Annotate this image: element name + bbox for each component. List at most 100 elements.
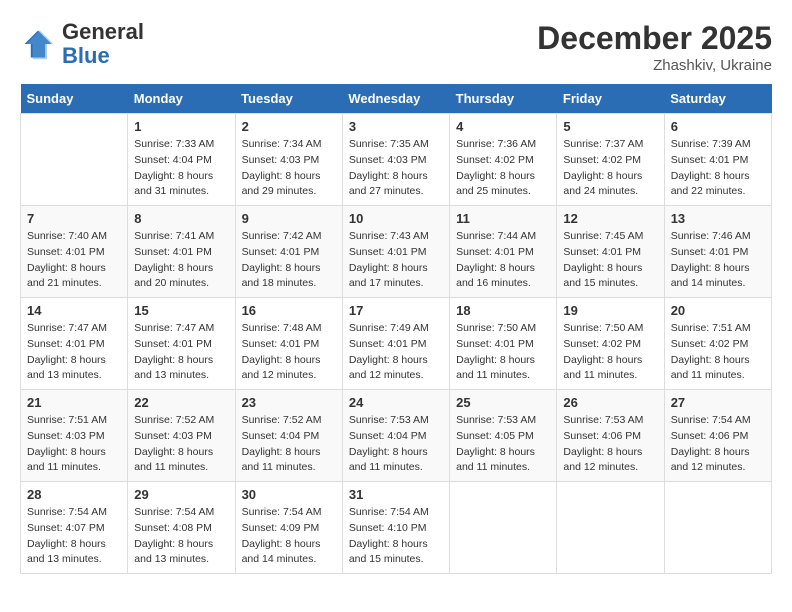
day-info: Sunrise: 7:37 AM Sunset: 4:02 PM Dayligh… (563, 137, 657, 200)
day-number: 29 (134, 487, 228, 502)
day-info: Sunrise: 7:47 AM Sunset: 4:01 PM Dayligh… (27, 321, 121, 384)
day-number: 9 (242, 211, 336, 226)
cell-w2-d0: 7 Sunrise: 7:40 AM Sunset: 4:01 PM Dayli… (21, 206, 128, 298)
day-info: Sunrise: 7:50 AM Sunset: 4:01 PM Dayligh… (456, 321, 550, 384)
cell-w1-d0 (21, 114, 128, 206)
day-number: 19 (563, 303, 657, 318)
cell-w5-d6 (664, 482, 771, 574)
day-info: Sunrise: 7:49 AM Sunset: 4:01 PM Dayligh… (349, 321, 443, 384)
day-info: Sunrise: 7:34 AM Sunset: 4:03 PM Dayligh… (242, 137, 336, 200)
day-info: Sunrise: 7:46 AM Sunset: 4:01 PM Dayligh… (671, 229, 765, 292)
logo: General Blue (20, 20, 144, 68)
cell-w4-d4: 25 Sunrise: 7:53 AM Sunset: 4:05 PM Dayl… (450, 390, 557, 482)
day-info: Sunrise: 7:42 AM Sunset: 4:01 PM Dayligh… (242, 229, 336, 292)
day-info: Sunrise: 7:54 AM Sunset: 4:07 PM Dayligh… (27, 505, 121, 568)
cell-w5-d4 (450, 482, 557, 574)
day-number: 10 (349, 211, 443, 226)
cell-w5-d0: 28 Sunrise: 7:54 AM Sunset: 4:07 PM Dayl… (21, 482, 128, 574)
cell-w4-d2: 23 Sunrise: 7:52 AM Sunset: 4:04 PM Dayl… (235, 390, 342, 482)
col-friday: Friday (557, 84, 664, 114)
col-thursday: Thursday (450, 84, 557, 114)
day-info: Sunrise: 7:47 AM Sunset: 4:01 PM Dayligh… (134, 321, 228, 384)
day-number: 14 (27, 303, 121, 318)
day-number: 18 (456, 303, 550, 318)
week-row-4: 21 Sunrise: 7:51 AM Sunset: 4:03 PM Dayl… (21, 390, 772, 482)
col-sunday: Sunday (21, 84, 128, 114)
cell-w1-d3: 3 Sunrise: 7:35 AM Sunset: 4:03 PM Dayli… (342, 114, 449, 206)
cell-w1-d1: 1 Sunrise: 7:33 AM Sunset: 4:04 PM Dayli… (128, 114, 235, 206)
cell-w2-d6: 13 Sunrise: 7:46 AM Sunset: 4:01 PM Dayl… (664, 206, 771, 298)
day-info: Sunrise: 7:53 AM Sunset: 4:06 PM Dayligh… (563, 413, 657, 476)
week-row-3: 14 Sunrise: 7:47 AM Sunset: 4:01 PM Dayl… (21, 298, 772, 390)
cell-w5-d3: 31 Sunrise: 7:54 AM Sunset: 4:10 PM Dayl… (342, 482, 449, 574)
day-info: Sunrise: 7:51 AM Sunset: 4:02 PM Dayligh… (671, 321, 765, 384)
cell-w2-d1: 8 Sunrise: 7:41 AM Sunset: 4:01 PM Dayli… (128, 206, 235, 298)
day-number: 26 (563, 395, 657, 410)
day-number: 6 (671, 119, 765, 134)
cell-w1-d4: 4 Sunrise: 7:36 AM Sunset: 4:02 PM Dayli… (450, 114, 557, 206)
calendar-body: 1 Sunrise: 7:33 AM Sunset: 4:04 PM Dayli… (21, 114, 772, 574)
cell-w2-d3: 10 Sunrise: 7:43 AM Sunset: 4:01 PM Dayl… (342, 206, 449, 298)
page-header: General Blue December 2025 Zhashkiv, Ukr… (20, 20, 772, 74)
day-number: 5 (563, 119, 657, 134)
day-number: 31 (349, 487, 443, 502)
day-number: 15 (134, 303, 228, 318)
day-number: 3 (349, 119, 443, 134)
cell-w4-d0: 21 Sunrise: 7:51 AM Sunset: 4:03 PM Dayl… (21, 390, 128, 482)
day-info: Sunrise: 7:54 AM Sunset: 4:06 PM Dayligh… (671, 413, 765, 476)
cell-w1-d6: 6 Sunrise: 7:39 AM Sunset: 4:01 PM Dayli… (664, 114, 771, 206)
day-number: 8 (134, 211, 228, 226)
day-number: 24 (349, 395, 443, 410)
day-number: 23 (242, 395, 336, 410)
day-number: 11 (456, 211, 550, 226)
day-info: Sunrise: 7:39 AM Sunset: 4:01 PM Dayligh… (671, 137, 765, 200)
cell-w5-d5 (557, 482, 664, 574)
cell-w2-d2: 9 Sunrise: 7:42 AM Sunset: 4:01 PM Dayli… (235, 206, 342, 298)
day-number: 28 (27, 487, 121, 502)
day-number: 22 (134, 395, 228, 410)
cell-w5-d2: 30 Sunrise: 7:54 AM Sunset: 4:09 PM Dayl… (235, 482, 342, 574)
cell-w4-d5: 26 Sunrise: 7:53 AM Sunset: 4:06 PM Dayl… (557, 390, 664, 482)
cell-w1-d2: 2 Sunrise: 7:34 AM Sunset: 4:03 PM Dayli… (235, 114, 342, 206)
day-info: Sunrise: 7:35 AM Sunset: 4:03 PM Dayligh… (349, 137, 443, 200)
day-info: Sunrise: 7:53 AM Sunset: 4:05 PM Dayligh… (456, 413, 550, 476)
header-row: Sunday Monday Tuesday Wednesday Thursday… (21, 84, 772, 114)
day-info: Sunrise: 7:41 AM Sunset: 4:01 PM Dayligh… (134, 229, 228, 292)
day-info: Sunrise: 7:54 AM Sunset: 4:09 PM Dayligh… (242, 505, 336, 568)
day-number: 13 (671, 211, 765, 226)
col-wednesday: Wednesday (342, 84, 449, 114)
day-info: Sunrise: 7:33 AM Sunset: 4:04 PM Dayligh… (134, 137, 228, 200)
day-info: Sunrise: 7:45 AM Sunset: 4:01 PM Dayligh… (563, 229, 657, 292)
day-number: 12 (563, 211, 657, 226)
day-number: 25 (456, 395, 550, 410)
day-info: Sunrise: 7:53 AM Sunset: 4:04 PM Dayligh… (349, 413, 443, 476)
cell-w4-d6: 27 Sunrise: 7:54 AM Sunset: 4:06 PM Dayl… (664, 390, 771, 482)
day-info: Sunrise: 7:54 AM Sunset: 4:10 PM Dayligh… (349, 505, 443, 568)
day-info: Sunrise: 7:43 AM Sunset: 4:01 PM Dayligh… (349, 229, 443, 292)
day-number: 17 (349, 303, 443, 318)
day-info: Sunrise: 7:48 AM Sunset: 4:01 PM Dayligh… (242, 321, 336, 384)
cell-w3-d3: 17 Sunrise: 7:49 AM Sunset: 4:01 PM Dayl… (342, 298, 449, 390)
day-number: 27 (671, 395, 765, 410)
logo-general: General (62, 19, 144, 44)
cell-w5-d1: 29 Sunrise: 7:54 AM Sunset: 4:08 PM Dayl… (128, 482, 235, 574)
week-row-1: 1 Sunrise: 7:33 AM Sunset: 4:04 PM Dayli… (21, 114, 772, 206)
cell-w4-d3: 24 Sunrise: 7:53 AM Sunset: 4:04 PM Dayl… (342, 390, 449, 482)
day-number: 16 (242, 303, 336, 318)
cell-w4-d1: 22 Sunrise: 7:52 AM Sunset: 4:03 PM Dayl… (128, 390, 235, 482)
cell-w3-d0: 14 Sunrise: 7:47 AM Sunset: 4:01 PM Dayl… (21, 298, 128, 390)
col-tuesday: Tuesday (235, 84, 342, 114)
cell-w2-d4: 11 Sunrise: 7:44 AM Sunset: 4:01 PM Dayl… (450, 206, 557, 298)
week-row-2: 7 Sunrise: 7:40 AM Sunset: 4:01 PM Dayli… (21, 206, 772, 298)
col-saturday: Saturday (664, 84, 771, 114)
col-monday: Monday (128, 84, 235, 114)
day-info: Sunrise: 7:52 AM Sunset: 4:03 PM Dayligh… (134, 413, 228, 476)
day-info: Sunrise: 7:44 AM Sunset: 4:01 PM Dayligh… (456, 229, 550, 292)
cell-w1-d5: 5 Sunrise: 7:37 AM Sunset: 4:02 PM Dayli… (557, 114, 664, 206)
cell-w3-d4: 18 Sunrise: 7:50 AM Sunset: 4:01 PM Dayl… (450, 298, 557, 390)
logo-icon (20, 26, 56, 62)
cell-w3-d5: 19 Sunrise: 7:50 AM Sunset: 4:02 PM Dayl… (557, 298, 664, 390)
cell-w3-d6: 20 Sunrise: 7:51 AM Sunset: 4:02 PM Dayl… (664, 298, 771, 390)
logo-blue: Blue (62, 43, 110, 68)
logo-text: General Blue (62, 20, 144, 68)
